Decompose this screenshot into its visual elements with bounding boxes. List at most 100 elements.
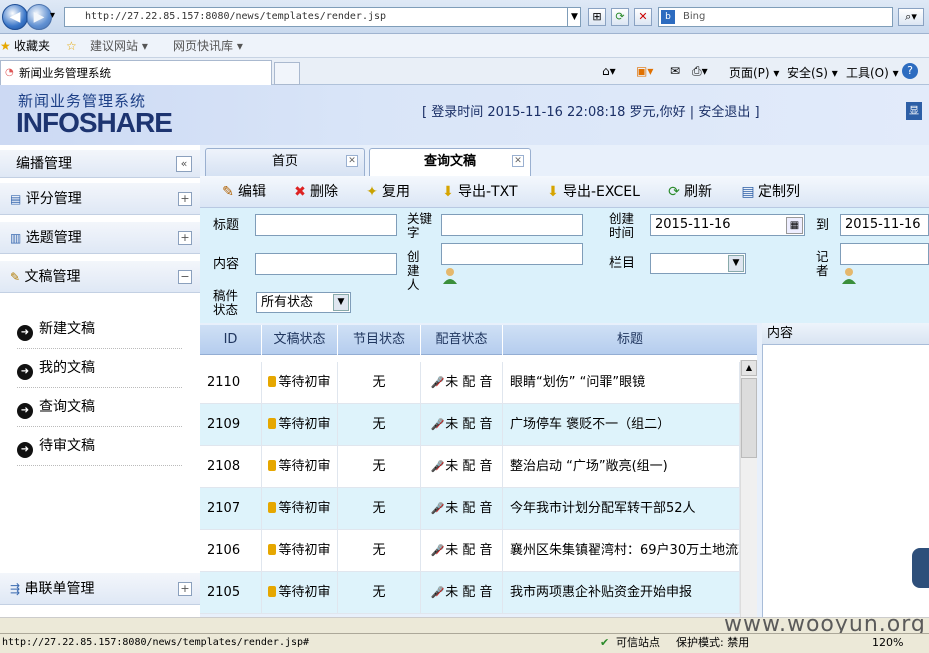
table-row[interactable]: 2107 等待初审无 🎤̸未 配 音今年我市计划分配军转干部52人 xyxy=(200,488,740,530)
title-input[interactable] xyxy=(255,214,397,236)
refresh-page-icon[interactable]: ⟳ xyxy=(611,8,629,26)
link-label: 查询文稿 xyxy=(39,399,95,415)
scroll-thumb[interactable] xyxy=(741,378,757,458)
cell-program: 无 xyxy=(338,362,421,403)
date-from-input[interactable]: 2015-11-16 xyxy=(650,214,805,236)
tab-query[interactable]: 查询文稿 ✕ xyxy=(369,148,531,177)
sidebar-link-new[interactable]: ➜ 新建文稿 xyxy=(17,311,182,349)
page-menu[interactable]: 页面(P) ▾ xyxy=(729,64,779,81)
custom-columns-button[interactable]: ▤ 定制列 xyxy=(740,181,800,203)
new-tab-button[interactable] xyxy=(274,62,300,85)
expand-icon[interactable]: + xyxy=(178,231,192,245)
creator-input[interactable] xyxy=(441,243,583,265)
sidebar-item-topics[interactable]: ▥ 选题管理 + xyxy=(0,222,200,254)
history-dropdown-icon[interactable]: ▾ xyxy=(50,10,55,21)
user-picker-icon[interactable] xyxy=(840,267,858,285)
url-input[interactable]: http://27.22.85.157:8080/news/templates/… xyxy=(64,7,581,27)
header-edge-icon[interactable]: 显 xyxy=(906,102,922,120)
header-status[interactable]: 文稿状态 xyxy=(262,325,338,355)
add-favorite-icon[interactable]: ☆ xyxy=(66,34,77,58)
sidebar-link-pending[interactable]: ➜ 待审文稿 xyxy=(17,428,182,466)
cell-title[interactable]: 广场停车 褒贬不一（组二） xyxy=(503,404,740,445)
sidebar-link-query[interactable]: ➜ 查询文稿 xyxy=(17,389,182,427)
calendar-icon[interactable]: ▦ xyxy=(786,217,803,234)
compat-view-icon[interactable]: ⊞ xyxy=(588,8,606,26)
browser-tab[interactable]: ◔ 新闻业务管理系统 xyxy=(0,60,272,85)
cell-title[interactable]: 整治启动 “广场”敞亮(组一) xyxy=(503,446,740,487)
export-txt-button[interactable]: ⬇ 导出-TXT xyxy=(440,181,517,203)
status-zone[interactable]: 可信站点 xyxy=(616,634,660,652)
favorites-bar: ★ 收藏夹 ☆ 建议网站 ▾ 网页快讯库 ▾ xyxy=(0,34,929,58)
refresh-button[interactable]: ⟳ 刷新 xyxy=(666,181,712,203)
mic-off-icon: 🎤̸ xyxy=(430,460,445,473)
side-widget[interactable] xyxy=(912,548,929,588)
fav-link-suggested[interactable]: 建议网站 ▾ xyxy=(90,34,148,58)
collapse-icon[interactable]: − xyxy=(178,270,192,284)
cell-title[interactable]: 眼睛“划伤” “问罪”眼镜 xyxy=(503,362,740,403)
home-icon[interactable]: ⌂▾ xyxy=(602,64,616,78)
user-picker-icon[interactable] xyxy=(441,267,459,285)
table-row[interactable]: 2108 等待初审无 🎤̸未 配 音整治启动 “广场”敞亮(组一) xyxy=(200,446,740,488)
keyword-label: 关键字 xyxy=(407,211,433,240)
sidebar-link-mine[interactable]: ➜ 我的文稿 xyxy=(17,350,182,388)
safety-menu[interactable]: 安全(S) ▾ xyxy=(787,64,838,81)
edit-button[interactable]: ✎ 编辑 xyxy=(220,181,266,203)
mail-icon[interactable]: ✉ xyxy=(670,64,680,78)
collapse-sidebar-icon[interactable]: « xyxy=(176,156,192,172)
close-tab-icon[interactable]: ✕ xyxy=(346,155,358,167)
cell-title[interactable]: 今年我市计划分配军转干部52人 xyxy=(503,488,740,529)
status-text: 等待初审 xyxy=(278,417,331,432)
header-program[interactable]: 节目状态 xyxy=(338,325,421,355)
sidebar-item-manuscripts[interactable]: ✎ 文稿管理 − xyxy=(0,261,200,293)
bing-search-input[interactable]: Bing xyxy=(658,7,893,27)
sidebar-item-label: 串联单管理 xyxy=(24,581,95,597)
reporter-input[interactable] xyxy=(840,243,929,265)
print-icon[interactable]: ⎙▾ xyxy=(692,64,708,79)
date-to-input[interactable]: 2015-11-16 xyxy=(840,214,929,236)
sidebar-item-rundown[interactable]: ⇶ 串联单管理 + xyxy=(0,573,200,605)
zoom-level[interactable]: 120% xyxy=(872,634,903,652)
stop-icon[interactable]: ✕ xyxy=(634,8,652,26)
header-dub[interactable]: 配音状态 xyxy=(421,325,503,355)
close-tab-icon[interactable]: ✕ xyxy=(512,155,524,167)
cell-title[interactable]: 我市两项惠企补贴资金开始申报 xyxy=(503,572,740,613)
table-row[interactable]: 2110 等待初审无 🎤̸未 配 音眼睛“划伤” “问罪”眼镜 xyxy=(200,362,740,404)
custom-cols-label: 定制列 xyxy=(758,184,800,200)
arrow-circle-icon: ➜ xyxy=(17,403,33,419)
tab-home[interactable]: 首页 ✕ xyxy=(205,148,365,176)
expand-icon[interactable]: + xyxy=(178,192,192,206)
content-input[interactable] xyxy=(255,253,397,275)
scroll-up-icon[interactable]: ▲ xyxy=(741,360,757,376)
search-go-icon[interactable]: ⌕▾ xyxy=(898,8,924,26)
forward-button[interactable]: ▶ xyxy=(26,4,52,30)
column-select[interactable]: ▼ xyxy=(650,253,746,274)
cell-dub: 🎤̸未 配 音 xyxy=(421,572,503,613)
favorites-button[interactable]: 收藏夹 xyxy=(14,34,50,58)
feeds-icon[interactable]: ▣▾ xyxy=(636,64,653,78)
dub-text: 未 配 音 xyxy=(445,459,493,474)
delete-button[interactable]: ✖ 删除 xyxy=(292,181,338,203)
fav-link-webslice[interactable]: 网页快讯库 ▾ xyxy=(173,34,243,58)
tools-menu[interactable]: 工具(O) ▾ xyxy=(846,64,899,81)
dub-text: 未 配 音 xyxy=(445,375,493,390)
cell-program: 无 xyxy=(338,530,421,571)
table-row[interactable]: 2105 等待初审无 🎤̸未 配 音我市两项惠企补贴资金开始申报 xyxy=(200,572,740,614)
status-select[interactable]: 所有状态 ▼ xyxy=(256,292,351,313)
help-icon[interactable]: ? xyxy=(902,63,918,79)
header-id[interactable]: ID xyxy=(200,325,262,355)
copy-button[interactable]: ✦ 复用 xyxy=(364,181,410,203)
status-text: 等待初审 xyxy=(278,375,331,390)
url-dropdown-icon[interactable]: ▼ xyxy=(567,8,581,26)
keyword-input[interactable] xyxy=(441,214,583,236)
table-row[interactable]: 2106 等待初审无 🎤̸未 配 音襄州区朱集镇翟湾村：69户30万土地流转 xyxy=(200,530,740,572)
grid-vertical-scrollbar[interactable]: ▲ xyxy=(740,360,757,617)
sidebar-item-score[interactable]: ▤ 评分管理 + xyxy=(0,183,200,215)
back-button[interactable]: ◀ xyxy=(2,4,28,30)
header-title[interactable]: 标题 xyxy=(503,325,757,355)
cell-title[interactable]: 襄州区朱集镇翟湾村：69户30万土地流转 xyxy=(503,530,740,571)
export-excel-button[interactable]: ⬇ 导出-EXCEL xyxy=(545,181,640,203)
table-row[interactable]: 2109 等待初审无 🎤̸未 配 音广场停车 褒贬不一（组二） xyxy=(200,404,740,446)
mic-off-icon: 🎤̸ xyxy=(430,586,445,599)
expand-icon[interactable]: + xyxy=(178,582,192,596)
delete-label: 删除 xyxy=(310,184,338,200)
